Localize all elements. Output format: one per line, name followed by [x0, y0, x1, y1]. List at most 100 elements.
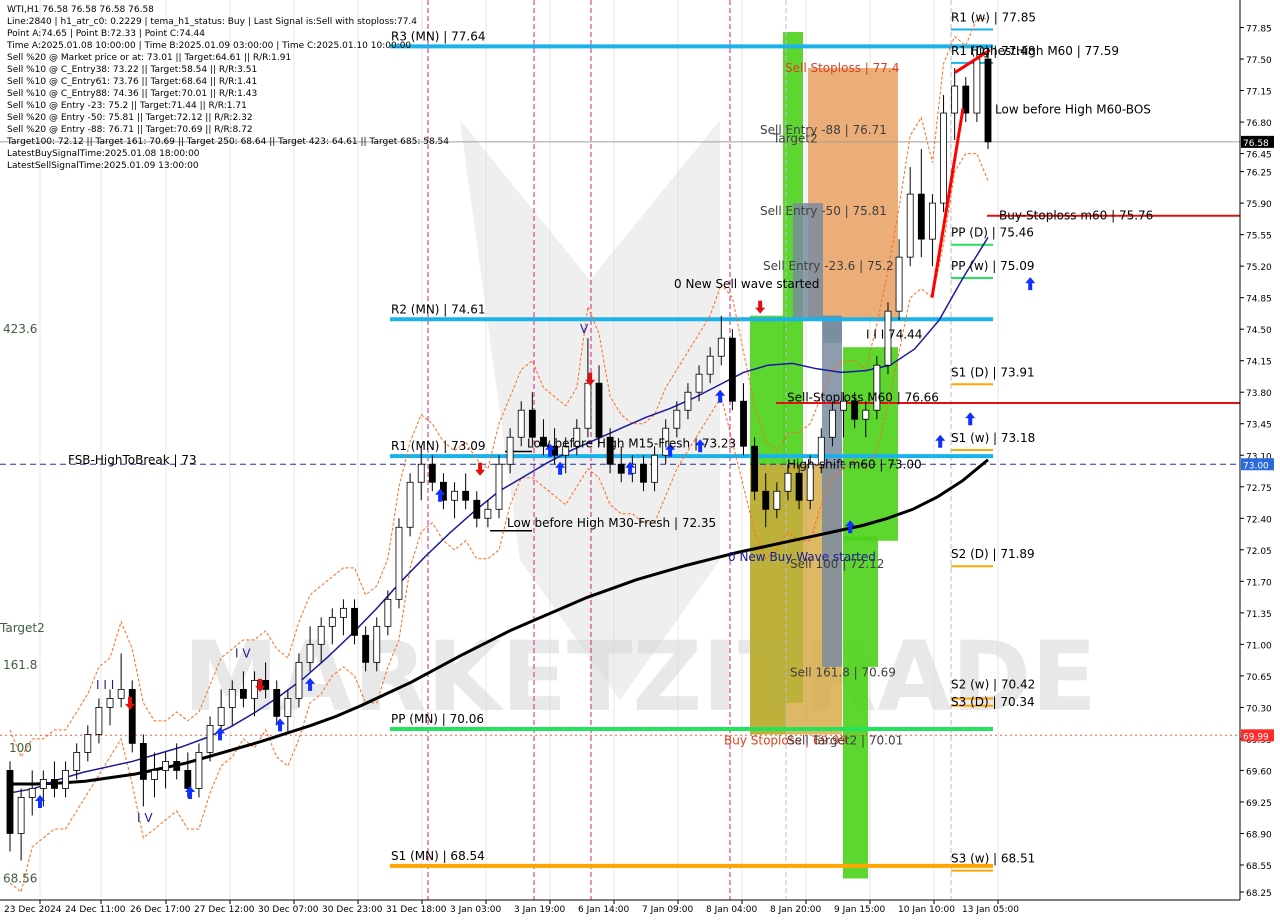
- annotation-label: Sell-Stoploss M60 | 76.66: [787, 391, 939, 405]
- annotation-label: Low before High M60-BOS: [995, 102, 1151, 116]
- candle-body: [362, 634, 370, 663]
- pivot-label: R1 (MN) | 73.09: [391, 439, 486, 453]
- annotation-label: 68.56: [3, 871, 37, 885]
- info-line: Sell %10 @ Entry -23: 75.2 || Target:71.…: [7, 101, 247, 111]
- info-line: LatestSellSignalTime:2025.01.09 13:00:00: [7, 161, 199, 171]
- x-tick-label: 23 Dec 2024: [4, 905, 62, 915]
- y-tick-label: 74.15: [1246, 358, 1272, 368]
- annotation-label: I I I 74.44: [866, 328, 922, 342]
- candle-body: [28, 788, 36, 798]
- candle-body: [117, 688, 125, 699]
- candle-body: [273, 688, 281, 717]
- candle-body: [339, 607, 347, 618]
- x-tick-label: 24 Dec 11:00: [65, 905, 126, 915]
- candle-body: [640, 463, 647, 483]
- candle-body: [773, 490, 781, 510]
- x-tick-label: 13 Jan 05:00: [962, 905, 1019, 915]
- annotation-label: Target2: [0, 621, 45, 635]
- candle-body: [351, 607, 358, 636]
- candle-body: [929, 202, 936, 240]
- pivot-label: R2 (MN) | 74.61: [391, 302, 486, 316]
- y-tick-label: 68.25: [1246, 889, 1272, 899]
- candle-body: [728, 337, 736, 402]
- y-tick-label: 74.85: [1246, 295, 1272, 305]
- annotation-label: 423.6: [3, 322, 37, 336]
- candle-body: [528, 409, 536, 438]
- pivot-label: PP (MN) | 70.06: [391, 712, 484, 726]
- x-tick-label: 3 Jan 03:00: [450, 905, 502, 915]
- candle-body: [717, 337, 725, 357]
- annotation-label: Low before High M15-Fresh | 73.23: [527, 437, 736, 451]
- candle-body: [384, 598, 392, 627]
- candle-body: [740, 400, 747, 447]
- candle-body: [895, 256, 903, 312]
- candle-body: [73, 752, 81, 771]
- y-tick-label: 70.65: [1246, 673, 1272, 683]
- candle-body: [62, 770, 69, 789]
- annotation-label: I V: [137, 811, 153, 825]
- candle-body: [751, 445, 759, 492]
- green-zone: [843, 536, 868, 879]
- annotation-label: FSB-HighToBreak | 73: [68, 453, 197, 467]
- y-tick-label: 76.45: [1246, 151, 1272, 161]
- candle-body: [784, 472, 792, 492]
- candle-body: [906, 193, 914, 258]
- right-level-label: PP (w) | 75.09: [951, 259, 1035, 273]
- y-tick-label: 72.75: [1246, 484, 1272, 494]
- candle-body: [417, 463, 425, 483]
- candle-body: [284, 697, 292, 717]
- y-tick-label: 77.15: [1246, 88, 1272, 98]
- candle-body: [451, 490, 458, 501]
- x-tick-label: 6 Jan 14:00: [578, 905, 630, 915]
- candle-body: [84, 734, 92, 753]
- pivot-label: S1 (MN) | 68.54: [391, 849, 485, 863]
- current-price-tag-text: 76.58: [1243, 139, 1269, 149]
- info-panel: WTI,H1 76.58 76.58 76.58 76.58 Line:2840 …: [7, 4, 449, 172]
- y-tick-label: 71.00: [1246, 641, 1272, 651]
- info-line: Sell %10 @ C_Entry88: 74.36 || Target:70…: [7, 89, 258, 99]
- candle-body: [206, 725, 214, 753]
- annotation-label: 100: [9, 741, 32, 755]
- y-tick-label: 75.20: [1246, 263, 1272, 273]
- candle-body: [51, 779, 58, 789]
- candle-body: [217, 706, 225, 726]
- right-level-label: S3 (D) | 70.34: [951, 695, 1035, 709]
- candle-body: [395, 526, 403, 600]
- candle-body: [262, 679, 270, 690]
- candle-body: [684, 391, 692, 411]
- x-tick-label: 10 Jan 10:00: [898, 905, 955, 915]
- gray-zone: [822, 315, 842, 667]
- annotation-label: Target2: [772, 131, 818, 145]
- candle-body: [184, 770, 192, 789]
- annotation-label: High-shift m60 | 73.00: [787, 457, 922, 471]
- right-level-label: S3 (w) | 68.51: [951, 852, 1035, 866]
- annotation-label: Sell 100 | 72.12: [790, 557, 884, 571]
- y-tick-label: 74.50: [1246, 326, 1272, 336]
- candle-body: [484, 508, 492, 519]
- info-line: Sell %20 @ Entry -88: 76.71 || Target:70…: [7, 125, 253, 135]
- candle-body: [951, 85, 959, 114]
- y-tick-label: 72.40: [1246, 515, 1272, 525]
- annotation-label: 0 New Sell wave started: [674, 277, 819, 291]
- info-line: Target100: 72.12 || Target 161: 70.69 ||…: [7, 137, 449, 147]
- info-line: Sell %10 @ C_Entry38: 73.22 || Target:58…: [7, 65, 258, 75]
- candle-body: [406, 481, 414, 528]
- candle-body: [239, 688, 247, 699]
- annotation-label: Buy-Stoploss m60 | 75.76: [999, 209, 1153, 223]
- y-tick-label: 72.05: [1246, 547, 1272, 557]
- annotation-label: Sell Target2 | 70.01: [787, 734, 903, 748]
- y-tick-label: 76.80: [1246, 119, 1272, 129]
- candle-body: [862, 409, 870, 420]
- y-tick-label: 76.25: [1246, 169, 1272, 179]
- candle-body: [306, 643, 314, 663]
- candle-body: [106, 697, 114, 708]
- candle-body: [317, 625, 325, 645]
- y-tick-label: 68.55: [1246, 862, 1272, 872]
- candle-body: [495, 463, 503, 510]
- info-line: Sell %10 @ C_Entry61: 73.76 || Target:68…: [7, 77, 258, 87]
- candle-body: [17, 797, 25, 834]
- candle-body: [940, 112, 947, 204]
- candle-body: [151, 770, 158, 780]
- candle-body: [673, 409, 681, 429]
- y-tick-label: 75.90: [1246, 200, 1272, 210]
